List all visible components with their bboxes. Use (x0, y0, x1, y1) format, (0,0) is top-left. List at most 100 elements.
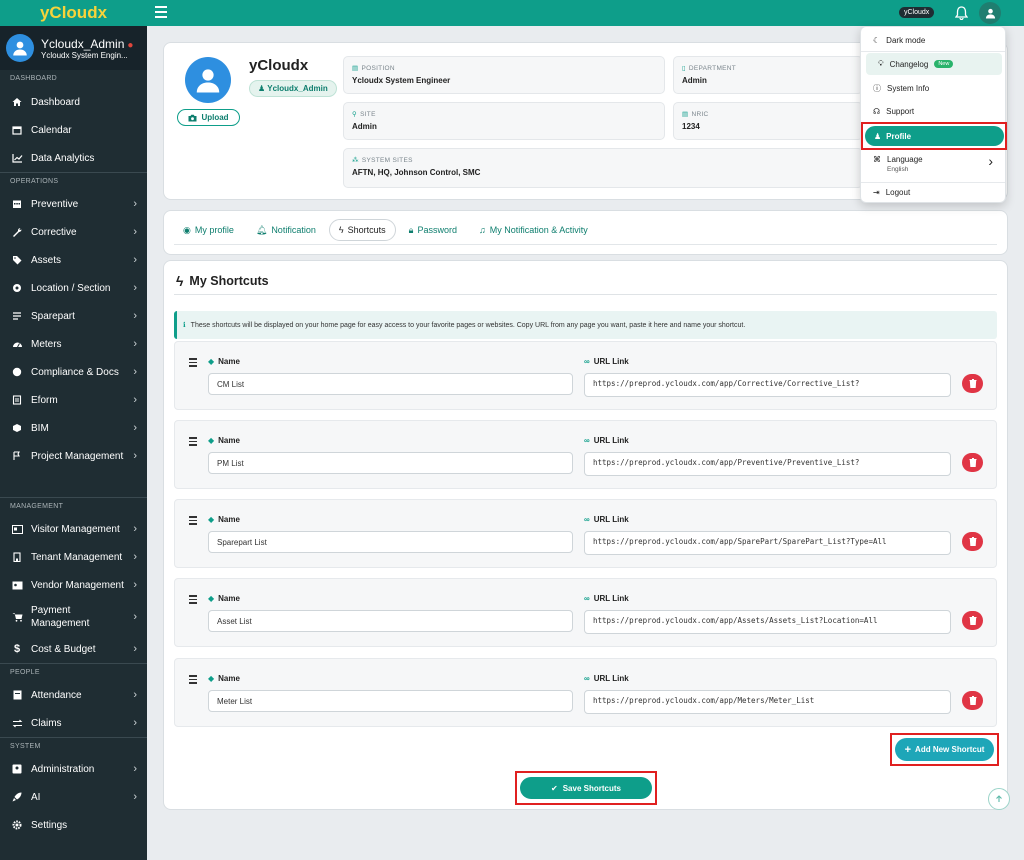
field-nric: ▤ NRIC 1234 (673, 102, 863, 140)
shortcut-url-input[interactable]: https://preprod.ycloudx.com/app/Assets/A… (584, 610, 951, 634)
sidebar-item-payment[interactable]: Payment Management › (0, 599, 147, 635)
profile-tabs: ◉ My profile 🔔︎ Notification ϟ Shortcuts 🔒︎… (163, 210, 1008, 255)
sidebar-item-meters[interactable]: Meters › (0, 330, 147, 358)
menu-toggle-icon[interactable] (155, 6, 167, 20)
trash-icon (969, 458, 976, 467)
shortcut-name-input[interactable]: Meter List (208, 690, 573, 712)
bell-icon[interactable] (954, 6, 969, 22)
menu-item-changelog[interactable]: 💡︎ Changelog New (866, 53, 1002, 75)
menu-item-language[interactable]: ⌘ Language English › (861, 153, 1005, 179)
drag-handle-icon[interactable] (189, 675, 197, 686)
shortcuts-card: ϟ My Shortcuts ℹ These shortcuts will be d… (163, 260, 1010, 810)
shortcut-url-input[interactable]: https://preprod.ycloudx.com/app/Meters/M… (584, 690, 951, 714)
tab-my-profile[interactable]: ◉ My profile (174, 219, 243, 241)
shortcut-url-input[interactable]: https://preprod.ycloudx.com/app/SparePar… (584, 531, 951, 555)
upload-button[interactable]: Upload (177, 109, 240, 126)
menu-item-logout[interactable]: ⇥ Logout (861, 181, 1005, 203)
sidebar-item-vendor[interactable]: Vendor Management › (0, 571, 147, 599)
sidebar-item-assets[interactable]: Assets › (0, 246, 147, 274)
sidebar-item-cost-budget[interactable]: $ Cost & Budget › (0, 635, 147, 663)
camera-icon (188, 114, 197, 121)
arrow-up-icon (996, 795, 1002, 802)
shortcut-name-input[interactable]: Sparepart List (208, 531, 573, 553)
building-icon (13, 552, 21, 562)
sidebar-item-calendar[interactable]: Calendar (0, 116, 147, 144)
sidebar-item-dashboard[interactable]: Dashboard (0, 88, 147, 116)
drag-handle-icon[interactable] (189, 516, 197, 527)
tab-password[interactable]: 🔒︎ Password (400, 219, 466, 241)
delete-shortcut-button[interactable] (962, 691, 983, 710)
site-badge[interactable]: yCloudx (899, 7, 935, 18)
sidebar-item-compliance[interactable]: Compliance & Docs › (0, 358, 147, 386)
tag-icon: ◆ (208, 674, 215, 683)
building-icon: ▯ (682, 65, 686, 72)
sidebar-item-bim[interactable]: BIM › (0, 414, 147, 442)
shortcut-name-input[interactable]: CM List (208, 373, 573, 395)
id-card-icon: ▤ (682, 111, 689, 118)
id-card-icon: ▤ (352, 65, 359, 72)
sidebar-item-claims[interactable]: Claims › (0, 709, 147, 737)
save-shortcuts-button[interactable]: ✔ Save Shortcuts (520, 777, 652, 799)
tag-icon: ◆ (208, 436, 215, 445)
chevron-right-icon: › (133, 717, 137, 729)
sidebar-item-eform[interactable]: Eform › (0, 386, 147, 414)
wrench-icon (13, 227, 22, 237)
tab-my-notification-activity[interactable]: ♫ My Notification & Activity (470, 219, 597, 241)
delete-shortcut-button[interactable] (962, 374, 983, 393)
section-dashboard: DASHBOARD (10, 75, 58, 82)
avatar (6, 34, 34, 62)
user-dropdown-menu: ☾ Dark mode 💡︎ Changelog New ⓘ System Info ☊… (860, 26, 1007, 203)
delete-shortcut-button[interactable] (962, 611, 983, 630)
sidebar-user-card[interactable]: Ycloudx_Admin ● Ycloudx System Engin... (0, 26, 147, 70)
menu-item-support[interactable]: ☊ Support (861, 100, 1005, 122)
shortcut-name-input[interactable]: PM List (208, 452, 573, 474)
link-icon: ∞ (584, 357, 590, 366)
brand-logo[interactable]: yCloudx (0, 0, 147, 26)
sidebar-item-administration[interactable]: Administration › (0, 755, 147, 783)
sidebar-item-preventive[interactable]: Preventive › (0, 190, 147, 218)
drag-handle-icon[interactable] (189, 358, 197, 369)
delete-shortcut-button[interactable] (962, 453, 983, 472)
chevron-right-icon: › (133, 310, 137, 322)
menu-item-dark-mode[interactable]: ☾ Dark mode (861, 29, 1005, 51)
sidebar-item-corrective[interactable]: Corrective › (0, 218, 147, 246)
drag-handle-icon[interactable] (189, 595, 197, 606)
online-dot-icon: ● (127, 39, 134, 51)
shortcut-url-input[interactable]: https://preprod.ycloudx.com/app/Preventi… (584, 452, 951, 476)
sidebar-item-settings[interactable]: Settings (0, 811, 147, 839)
add-new-shortcut-button[interactable]: + Add New Shortcut (895, 738, 994, 761)
sidebar-item-location[interactable]: Location / Section › (0, 274, 147, 302)
profile-avatar (185, 57, 231, 103)
project-icon (13, 451, 20, 460)
chevron-right-icon: › (133, 791, 137, 803)
sidebar-item-tenant[interactable]: Tenant Management › (0, 543, 147, 571)
tag-icon: ◆ (208, 594, 215, 603)
tab-shortcuts[interactable]: ϟ Shortcuts (328, 219, 396, 241)
chevron-right-icon: › (133, 254, 137, 266)
tab-notification[interactable]: 🔔︎ Notification (247, 219, 325, 241)
sidebar-item-data-analytics[interactable]: Data Analytics (0, 144, 147, 172)
link-icon: ∞ (584, 515, 590, 524)
delete-shortcut-button[interactable] (962, 532, 983, 551)
language-value: English (887, 166, 909, 173)
location-pin-icon: ⚲ (352, 111, 358, 118)
sidebar-item-attendance[interactable]: Attendance › (0, 681, 147, 709)
trash-icon (969, 616, 976, 625)
chevron-right-icon: › (133, 366, 137, 378)
menu-item-system-info[interactable]: ⓘ System Info (861, 77, 1005, 99)
user-menu-button[interactable] (979, 2, 1001, 24)
location-icon (13, 284, 21, 292)
calendar-icon (12, 126, 22, 135)
shortcut-url-input[interactable]: https://preprod.ycloudx.com/app/Correcti… (584, 373, 951, 397)
shortcut-name-input[interactable]: Asset List (208, 610, 573, 632)
sidebar-item-sparepart[interactable]: Sparepart › (0, 302, 147, 330)
sidebar-item-project-management[interactable]: Project Management › (0, 442, 147, 470)
drag-handle-icon[interactable] (189, 437, 197, 448)
sidebar-item-visitor[interactable]: Visitor Management › (0, 515, 147, 543)
badge-icon (12, 367, 22, 377)
sidebar-user-role: Ycloudx System Engin... (41, 50, 128, 60)
scroll-top-button[interactable] (988, 788, 1010, 810)
menu-item-profile[interactable]: ♟ Profile (865, 126, 1004, 146)
sidebar-item-ai[interactable]: AI › (0, 783, 147, 811)
exchange-icon (12, 719, 22, 727)
